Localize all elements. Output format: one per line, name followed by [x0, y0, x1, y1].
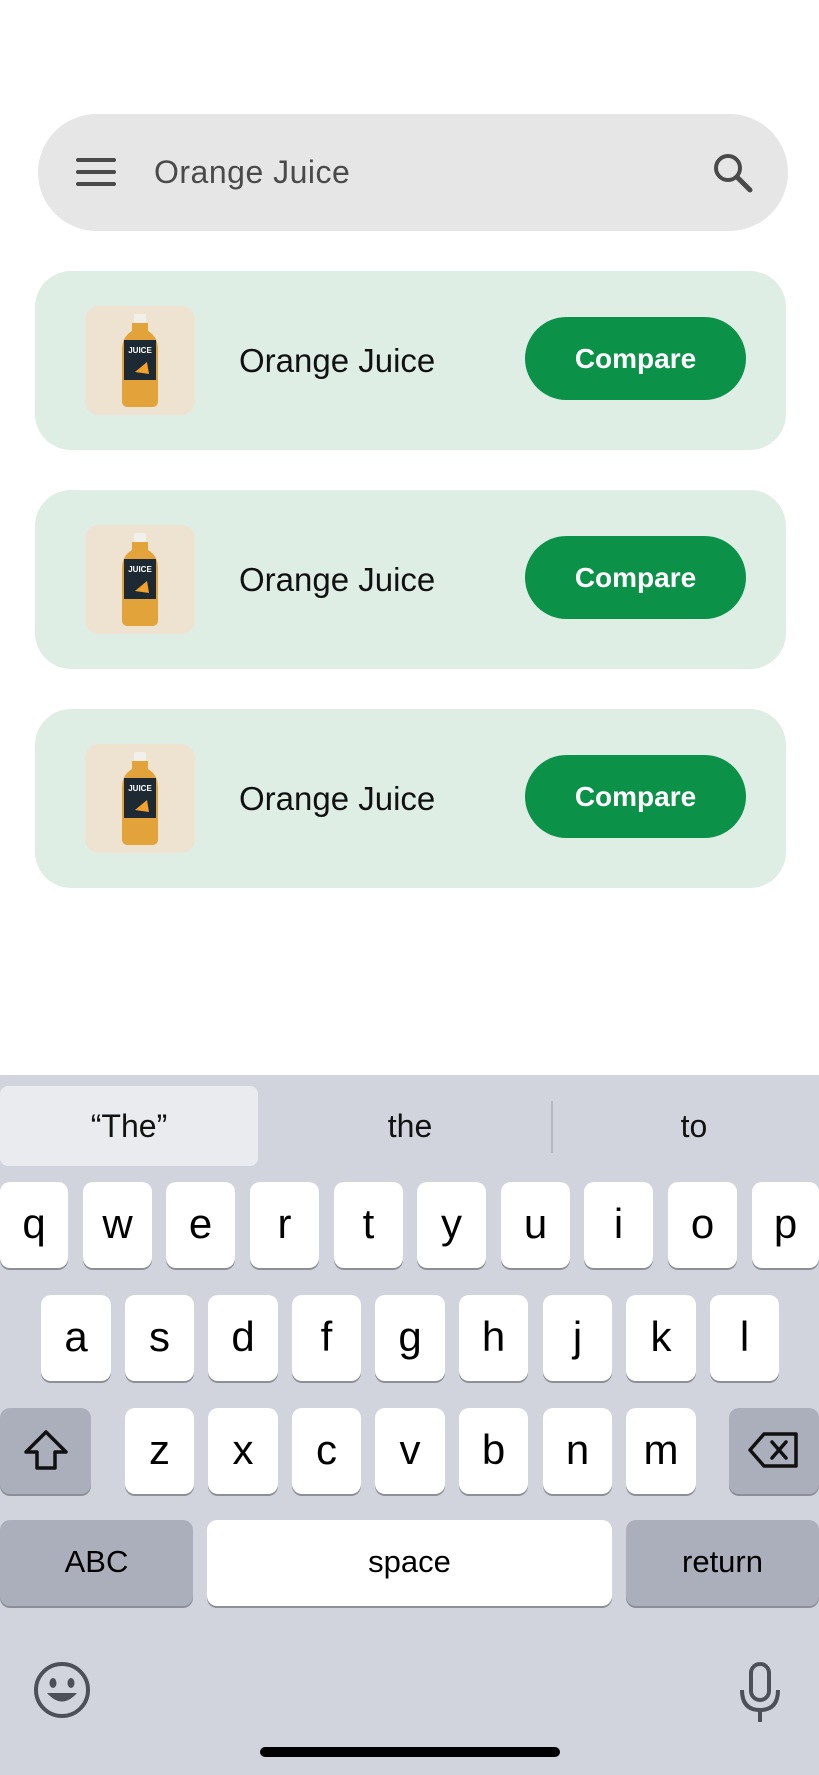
compare-button[interactable]: Compare: [525, 317, 746, 400]
key-q[interactable]: q: [0, 1182, 68, 1268]
compare-button[interactable]: Compare: [525, 536, 746, 619]
key-y[interactable]: y: [417, 1182, 486, 1268]
key-c[interactable]: c: [292, 1408, 361, 1494]
product-image: JUICE: [85, 525, 195, 634]
product-title: Orange Juice: [239, 561, 436, 598]
key-h[interactable]: h: [459, 1295, 528, 1381]
key-e[interactable]: e: [166, 1182, 235, 1268]
key-r[interactable]: r: [250, 1182, 319, 1268]
key-m[interactable]: m: [626, 1408, 696, 1494]
return-key[interactable]: return: [626, 1520, 819, 1606]
result-card: JUICE Orange Juice Compare: [35, 271, 786, 450]
product-image: JUICE: [85, 744, 195, 853]
emoji-icon[interactable]: [32, 1660, 92, 1720]
search-bar[interactable]: Orange Juice: [38, 114, 788, 231]
compare-button[interactable]: Compare: [525, 755, 746, 838]
key-n[interactable]: n: [543, 1408, 612, 1494]
key-f[interactable]: f: [292, 1295, 361, 1381]
key-d[interactable]: d: [208, 1295, 278, 1381]
suggestion-3[interactable]: to: [556, 1086, 819, 1166]
suggestion-divider: [551, 1101, 553, 1153]
suggestion-2[interactable]: the: [270, 1086, 550, 1166]
backspace-key[interactable]: [729, 1408, 819, 1494]
key-u[interactable]: u: [501, 1182, 570, 1268]
hamburger-menu-icon[interactable]: [76, 154, 120, 190]
key-v[interactable]: v: [375, 1408, 445, 1494]
home-indicator[interactable]: [260, 1747, 560, 1757]
result-card: JUICE Orange Juice Compare: [35, 709, 786, 888]
key-p[interactable]: p: [752, 1182, 819, 1268]
key-x[interactable]: x: [208, 1408, 278, 1494]
key-z[interactable]: z: [125, 1408, 194, 1494]
key-b[interactable]: b: [459, 1408, 528, 1494]
key-s[interactable]: s: [125, 1295, 194, 1381]
key-t[interactable]: t: [334, 1182, 403, 1268]
key-j[interactable]: j: [543, 1295, 612, 1381]
shift-icon: [23, 1430, 68, 1470]
microphone-icon[interactable]: [736, 1660, 784, 1726]
search-input[interactable]: Orange Juice: [154, 114, 350, 231]
product-image: JUICE: [85, 306, 195, 415]
product-title: Orange Juice: [239, 342, 436, 379]
svg-text:JUICE: JUICE: [128, 565, 152, 574]
key-l[interactable]: l: [710, 1295, 779, 1381]
svg-text:JUICE: JUICE: [128, 346, 152, 355]
key-a[interactable]: a: [41, 1295, 111, 1381]
abc-key[interactable]: ABC: [0, 1520, 193, 1606]
keyboard: “The” the to q w e r t y u i o p a s d f…: [0, 1075, 819, 1775]
key-w[interactable]: w: [83, 1182, 152, 1268]
key-g[interactable]: g: [375, 1295, 445, 1381]
key-i[interactable]: i: [584, 1182, 653, 1268]
suggestion-1[interactable]: “The”: [0, 1086, 258, 1166]
key-k[interactable]: k: [626, 1295, 696, 1381]
key-o[interactable]: o: [668, 1182, 737, 1268]
space-key[interactable]: space: [207, 1520, 612, 1606]
search-icon[interactable]: [712, 152, 754, 194]
backspace-icon: [748, 1432, 798, 1468]
product-title: Orange Juice: [239, 780, 436, 817]
svg-text:JUICE: JUICE: [128, 784, 152, 793]
result-card: JUICE Orange Juice Compare: [35, 490, 786, 669]
shift-key[interactable]: [0, 1408, 91, 1494]
